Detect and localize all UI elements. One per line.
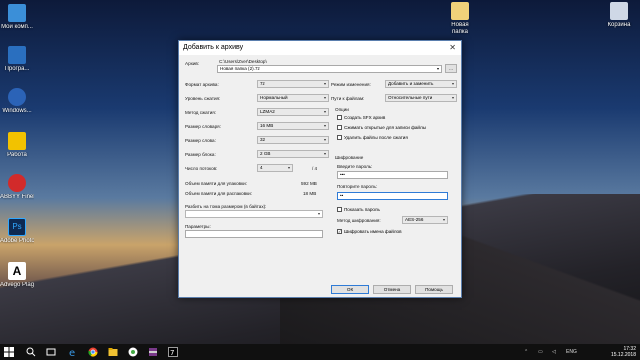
windows-start-icon[interactable] xyxy=(4,347,14,357)
programs-icon xyxy=(8,46,26,64)
word-select[interactable]: 32 ▾ xyxy=(257,136,329,144)
chevron-down-icon: ▾ xyxy=(323,95,326,100)
winrar-icon[interactable] xyxy=(148,347,158,357)
encryption-method-select[interactable]: AES-256 ▾ xyxy=(402,216,448,224)
desktop-icon-abbyy[interactable]: ABBYY FineRea... xyxy=(0,174,34,201)
chevron-down-icon: ▾ xyxy=(436,66,439,71)
windows-app-icon xyxy=(8,88,26,106)
show-password-checkbox[interactable]: Показать пароль xyxy=(337,207,380,213)
checkmark-icon: ✓ xyxy=(337,229,342,235)
volume-icon[interactable]: ◁ xyxy=(552,349,556,355)
desktop-icon-my-computer[interactable]: Мой комп... xyxy=(0,4,34,31)
desktop-icon-photoshop[interactable]: Ps Adobe Photosh... xyxy=(0,218,34,245)
params-input[interactable] xyxy=(185,230,323,238)
clock[interactable]: 17:32 15.12.2018 xyxy=(611,346,636,358)
advego-icon: A xyxy=(8,262,26,280)
chevron-down-icon: ▾ xyxy=(323,123,326,128)
sfx-checkbox[interactable]: Создать SFX архив xyxy=(337,115,385,121)
chevron-down-icon: ▾ xyxy=(323,137,326,142)
chevron-down-icon: ▾ xyxy=(451,81,454,86)
desktop-icon-work[interactable]: Работа xyxy=(0,132,34,159)
threads-total: / 4 xyxy=(312,166,318,171)
chevron-down-icon: ▾ xyxy=(287,165,290,170)
7zip-icon[interactable]: 7 xyxy=(168,347,178,357)
task-view-icon[interactable] xyxy=(46,347,56,357)
level-label: Уровень сжатия: xyxy=(185,96,221,101)
svg-text:e: e xyxy=(69,348,75,357)
chevron-down-icon: ▾ xyxy=(323,151,326,156)
close-icon[interactable]: ✕ xyxy=(449,43,456,52)
password-input[interactable]: ••• xyxy=(337,171,448,179)
mem-unpack-label: Объем памяти для распаковки: xyxy=(185,191,253,196)
encrypt-names-checkbox[interactable]: ✓ Шифровать имена файлов xyxy=(337,229,402,235)
search-icon[interactable] xyxy=(26,347,36,357)
ok-button[interactable]: ОК xyxy=(331,285,369,294)
shared-files-checkbox[interactable]: Сжимать открытые для записи файлы xyxy=(337,125,426,131)
desktop-icon-new-folder[interactable]: Новая папка xyxy=(443,2,477,36)
mem-pack-value: 592 MB xyxy=(301,181,317,186)
chevron-down-icon: ▾ xyxy=(317,211,320,216)
add-to-archive-dialog: Добавить к архиву ✕ Архив: C:\Users\Zver… xyxy=(178,40,462,298)
split-label: Разбить на тома размером (в байтах): xyxy=(185,204,267,209)
recycle-bin-icon xyxy=(610,2,628,20)
edge-icon[interactable]: e xyxy=(68,347,78,359)
help-button[interactable]: Помощь xyxy=(415,285,453,294)
mem-pack-label: Объем памяти для упаковки: xyxy=(185,181,247,186)
mem-unpack-value: 18 MB xyxy=(303,191,317,196)
taskbar: e 7 ⌃ ▭ ◁ ENG 17:32 15.12.2018 xyxy=(0,344,640,360)
split-combo[interactable]: ▾ xyxy=(185,210,323,218)
chevron-up-icon[interactable]: ⌃ xyxy=(524,349,528,355)
desktop-icon-programs[interactable]: Програ... xyxy=(0,46,34,73)
archive-name-combo[interactable]: Новая папка (2).7z ▾ xyxy=(217,65,442,73)
cancel-button[interactable]: Отмена xyxy=(373,285,411,294)
abbyy-icon xyxy=(8,174,26,192)
network-icon[interactable]: ▭ xyxy=(538,349,543,355)
params-label: Параметры: xyxy=(185,224,211,229)
options-group-title: Опции xyxy=(335,107,349,112)
word-label: Размер слова: xyxy=(185,138,216,143)
format-label: Формат архива: xyxy=(185,82,219,87)
chrome-icon[interactable] xyxy=(88,347,98,357)
folder-icon xyxy=(451,2,469,20)
desktop-icon-recycle-bin[interactable]: Корзина xyxy=(602,2,636,29)
threads-select[interactable]: 4 ▾ xyxy=(257,164,293,172)
paths-select[interactable]: Относительные пути ▾ xyxy=(385,94,457,102)
archive-label: Архив: xyxy=(185,61,200,66)
password-repeat-label: Повторите пароль: xyxy=(337,184,378,189)
block-label: Размер блока: xyxy=(185,152,216,157)
encryption-method-label: Метод шифрования: xyxy=(337,218,381,223)
paths-label: Пути к файлам: xyxy=(331,96,365,101)
delete-after-checkbox[interactable]: Удалить файлы после сжатия xyxy=(337,135,408,141)
browse-button[interactable]: ... xyxy=(445,64,457,73)
level-select[interactable]: Нормальный ▾ xyxy=(257,94,329,102)
dialog-titlebar[interactable]: Добавить к архиву ✕ xyxy=(179,41,461,55)
chevron-down-icon: ▾ xyxy=(451,95,454,100)
method-select[interactable]: LZMA2 ▾ xyxy=(257,108,329,116)
password-repeat-input[interactable]: •• xyxy=(337,192,448,200)
update-mode-select[interactable]: Добавить и заменить ▾ xyxy=(385,80,457,88)
chevron-down-icon: ▾ xyxy=(442,217,445,222)
desktop-icon-windows[interactable]: Windows... xyxy=(0,88,34,115)
chevron-down-icon: ▾ xyxy=(323,81,326,86)
block-select[interactable]: 2 GB ▾ xyxy=(257,150,329,158)
archive-path: C:\Users\Zver\Desktop\ xyxy=(219,59,267,64)
password-label: Введите пароль: xyxy=(337,164,373,169)
dict-label: Размер словаря: xyxy=(185,124,221,129)
threads-label: Число потоков: xyxy=(185,166,218,171)
photoshop-icon: Ps xyxy=(8,218,26,236)
method-label: Метод сжатия: xyxy=(185,110,217,115)
format-select[interactable]: 7z ▾ xyxy=(257,80,329,88)
chevron-down-icon: ▾ xyxy=(323,109,326,114)
encryption-group-title: Шифрование xyxy=(335,155,364,160)
update-mode-label: Режим изменения: xyxy=(331,82,371,87)
explorer-icon[interactable] xyxy=(108,347,118,357)
dialog-title: Добавить к архиву xyxy=(183,44,244,51)
computer-icon xyxy=(8,4,26,22)
desktop-icon-advego[interactable]: A Advego Plagiatus xyxy=(0,262,34,289)
folder-warning-icon xyxy=(8,132,26,150)
dict-select[interactable]: 16 MB ▾ xyxy=(257,122,329,130)
svg-text:7: 7 xyxy=(170,349,174,357)
language-indicator[interactable]: ENG xyxy=(566,349,577,355)
app-icon[interactable] xyxy=(128,347,138,357)
